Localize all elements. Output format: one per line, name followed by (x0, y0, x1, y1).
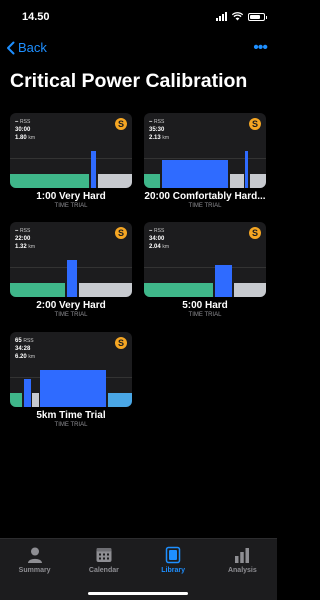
home-indicator[interactable] (88, 592, 188, 595)
distance-unit: km (28, 354, 36, 360)
rss-label: RSS (20, 228, 31, 234)
workout-thumbnail: – RSS 35:30 2.13 km S (144, 113, 266, 188)
tab-summary-label: Summary (18, 567, 51, 574)
rss-value: – (149, 228, 153, 234)
rss-value: 65 (15, 338, 22, 344)
cooldown-segment (108, 393, 132, 407)
cooldown-segment (230, 174, 244, 188)
duration: 30:00 (15, 127, 31, 133)
status-icons (216, 12, 267, 21)
effort-segment (24, 379, 31, 407)
distance: 1.32 (15, 244, 27, 250)
status-time: 14.50 (22, 11, 50, 23)
effort-segment (162, 160, 228, 188)
rss-label: RSS (154, 228, 165, 234)
workout-thumbnail: – RSS 22:00 1.32 km S (10, 222, 132, 297)
tab-library-label: Library (161, 567, 185, 574)
effort-segment (91, 151, 96, 188)
workout-card[interactable]: 65 RSS 34:28 6.20 km S 5km Time Trial TI… (10, 332, 132, 428)
rss-value: – (149, 119, 153, 125)
warmup-segment (10, 393, 22, 407)
tab-summary[interactable]: Summary (5, 546, 65, 600)
wifi-icon (232, 12, 243, 21)
cooldown-segment (234, 283, 266, 297)
workout-title: 2:00 Very Hard (36, 300, 106, 311)
more-options-icon[interactable]: ••• (253, 40, 268, 56)
rss-label: RSS (23, 338, 34, 344)
screen: 14.50 Back ••• Critical Power Calibratio… (0, 0, 277, 600)
workout-stats: – RSS 35:30 2.13 km (149, 118, 169, 142)
duration: 22:00 (15, 236, 31, 242)
distance: 6.20 (15, 354, 27, 360)
back-button[interactable]: Back (6, 40, 47, 55)
duration: 34:28 (15, 346, 31, 352)
effort-segment (67, 260, 77, 297)
workout-stats: – RSS 22:00 1.32 km (15, 227, 35, 251)
distance-unit: km (162, 244, 170, 250)
workout-subtitle: TIME TRIAL (54, 422, 88, 428)
workout-card[interactable]: – RSS 22:00 1.32 km S 2:00 Very Hard TIM… (10, 222, 132, 318)
effort-segment (215, 265, 232, 297)
workout-title: 5km Time Trial (36, 410, 106, 421)
strava-badge-icon: S (115, 337, 127, 349)
warmup-segment (10, 283, 65, 297)
duration: 34:00 (149, 236, 165, 242)
workout-subtitle: TIME TRIAL (188, 203, 222, 209)
workout-title: 1:00 Very Hard (36, 191, 106, 202)
page-title: Critical Power Calibration (10, 70, 248, 92)
workout-card[interactable]: – RSS 30:00 1.80 km S 1:00 Very Hard TIM… (10, 113, 132, 209)
workout-subtitle: TIME TRIAL (54, 312, 88, 318)
workout-card[interactable]: – RSS 35:30 2.13 km S 20:00 Comfortably … (144, 113, 266, 209)
workout-subtitle: TIME TRIAL (188, 312, 222, 318)
workout-stats: – RSS 34:00 2.04 km (149, 227, 169, 251)
strava-badge-icon: S (115, 118, 127, 130)
strava-badge-icon: S (249, 118, 261, 130)
duration: 35:30 (149, 127, 165, 133)
distance: 2.13 (149, 135, 161, 141)
distance-unit: km (28, 135, 36, 141)
tab-analysis-label: Analysis (227, 567, 257, 574)
rss-label: RSS (154, 119, 165, 125)
warmup-segment (144, 174, 160, 188)
workout-thumbnail: 65 RSS 34:28 6.20 km S (10, 332, 132, 407)
workout-thumbnail: – RSS 30:00 1.80 km S (10, 113, 132, 188)
bar-chart-icon (235, 548, 250, 563)
strava-badge-icon: S (115, 227, 127, 239)
workout-card[interactable]: – RSS 34:00 2.04 km S 5:00 Hard TIME TRI… (144, 222, 266, 318)
calendar-icon (96, 548, 112, 562)
battery-icon (248, 12, 267, 21)
distance-unit: km (162, 135, 170, 141)
distance: 1.80 (15, 135, 27, 141)
rss-label: RSS (20, 119, 31, 125)
cooldown-segment (32, 393, 39, 407)
workout-title: 20:00 Comfortably Hard... (144, 191, 266, 202)
warmup-segment (10, 174, 89, 188)
status-bar: 14.50 (0, 0, 277, 36)
rss-value: – (15, 119, 19, 125)
workout-stats: 65 RSS 34:28 6.20 km (15, 337, 35, 361)
strava-badge-icon: S (249, 227, 261, 239)
tab-analysis[interactable]: Analysis (212, 546, 272, 600)
effort-segment (245, 151, 248, 188)
distance: 2.04 (149, 244, 161, 250)
workout-title: 5:00 Hard (182, 300, 228, 311)
workout-thumbnail: – RSS 34:00 2.04 km S (144, 222, 266, 297)
tab-bar: Summary Calendar Library Analysis (0, 538, 277, 600)
cooldown-segment (79, 283, 132, 297)
signal-icon (216, 12, 227, 21)
cooldown-segment (250, 174, 266, 188)
library-icon (165, 546, 181, 564)
back-label: Back (18, 40, 47, 55)
tab-calendar-label: Calendar (88, 567, 119, 574)
distance-unit: km (28, 244, 36, 250)
person-icon (27, 547, 42, 563)
cooldown-segment (98, 174, 132, 188)
workout-stats: – RSS 30:00 1.80 km (15, 118, 35, 142)
rss-value: – (15, 228, 19, 234)
workout-subtitle: TIME TRIAL (54, 203, 88, 209)
warmup-segment (144, 283, 213, 297)
effort-segment (40, 370, 106, 407)
chevron-left-icon (7, 41, 15, 54)
